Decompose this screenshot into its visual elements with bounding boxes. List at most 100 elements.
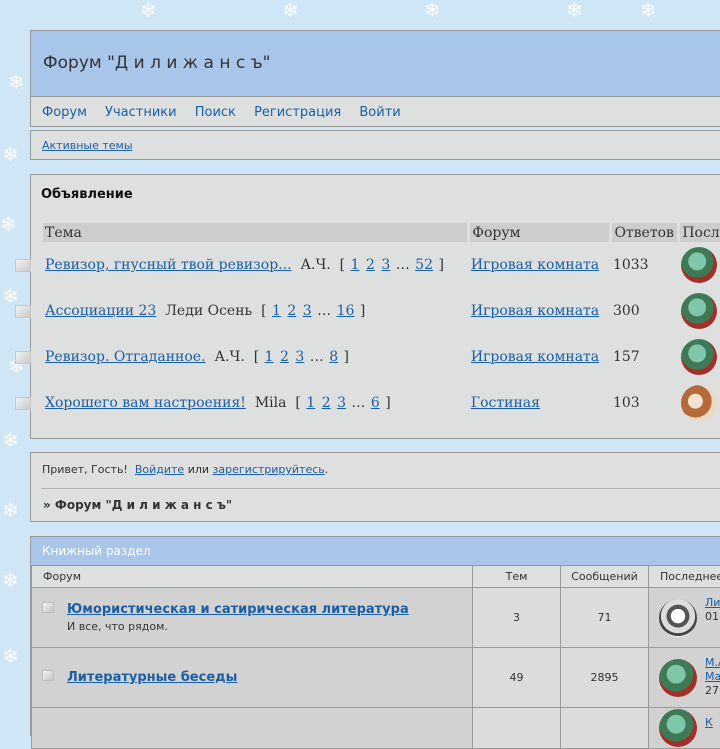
- greeting-hello: Привет, Гость!: [42, 463, 128, 476]
- topic-count: 49: [473, 648, 561, 708]
- forum-name-link[interactable]: Литературные беседы: [67, 670, 237, 685]
- col-last-post: Последнее: [649, 566, 720, 588]
- snowflake-icon: ❄: [140, 0, 157, 20]
- page-link[interactable]: 3: [337, 395, 346, 411]
- last-post-author[interactable]: К: [705, 716, 713, 729]
- page-link[interactable]: 2: [322, 395, 331, 411]
- category-panel: Книжный раздел Форум Тем Сообщений После…: [30, 536, 720, 736]
- category-title: Книжный раздел: [31, 537, 720, 565]
- post-count: 71: [561, 588, 649, 648]
- last-post-date: 01.: [705, 610, 720, 623]
- topic-author: А.Ч.: [214, 349, 244, 365]
- reply-count: 1033: [611, 242, 679, 288]
- greeting-or: или: [188, 463, 209, 476]
- last-post-author[interactable]: М.А: [705, 656, 720, 669]
- snowflake-icon: ❄: [2, 646, 19, 666]
- pagination: [ 1 2 3 … 6 ]: [295, 395, 390, 411]
- forum-link[interactable]: Игровая комната: [471, 349, 599, 365]
- forum-name-link[interactable]: Юмористическая и сатирическая литература: [67, 602, 409, 617]
- avatar[interactable]: [681, 247, 717, 283]
- page-link[interactable]: 3: [381, 257, 390, 273]
- page-link[interactable]: 3: [295, 349, 304, 365]
- col-forum: Форум: [469, 223, 611, 242]
- topic-status-icon: [15, 259, 31, 272]
- avatar[interactable]: [681, 339, 717, 375]
- login-link[interactable]: Войдите: [135, 463, 184, 476]
- avatar[interactable]: [681, 385, 717, 421]
- nav-login[interactable]: Войти: [359, 105, 400, 120]
- forum-link[interactable]: Гостиная: [471, 395, 540, 411]
- page-link[interactable]: 1: [272, 303, 281, 319]
- table-row: Хорошего вам настроения! Mila [ 1 2 3 … …: [43, 380, 720, 426]
- breadcrumb: » Форум "Д и л и ж а н с ъ": [43, 498, 232, 512]
- main-nav: Форум Участники Поиск Регистрация Войти: [30, 96, 720, 127]
- snowflake-icon: ❄: [282, 0, 299, 20]
- page-link[interactable]: 2: [287, 303, 296, 319]
- snowflake-icon: ❄: [2, 144, 19, 164]
- topic-link[interactable]: Ревизор. Отгаданное.: [45, 349, 206, 365]
- topic-link[interactable]: Ассоциации 23: [45, 303, 156, 319]
- last-post-author[interactable]: Ли: [705, 596, 720, 609]
- greeting-panel: Привет, Гость! Войдите или зарегистрируй…: [30, 452, 720, 522]
- divider: [41, 488, 720, 489]
- last-post-date: 27.: [705, 684, 720, 697]
- forum-title: Форум "Д и л и ж а н с ъ": [43, 53, 270, 73]
- snowflake-icon: ❄: [8, 72, 25, 92]
- col-last: После: [679, 223, 720, 242]
- col-forum: Форум: [32, 566, 473, 588]
- avatar[interactable]: [659, 659, 697, 697]
- topic-link[interactable]: Хорошего вам настроения!: [45, 395, 246, 411]
- page-link[interactable]: 1: [265, 349, 274, 365]
- reply-count: 157: [611, 334, 679, 380]
- forum-status-icon: [42, 602, 54, 613]
- forum-link[interactable]: Игровая комната: [471, 303, 599, 319]
- table-row: Ревизор, гнусный твой ревизор... А.Ч. [ …: [43, 242, 720, 288]
- snowflake-icon: ❄: [640, 0, 657, 20]
- nav-forum[interactable]: Форум: [42, 105, 87, 120]
- post-count: 2895: [561, 648, 649, 708]
- avatar[interactable]: [659, 599, 697, 637]
- active-topics-link[interactable]: Активные темы: [42, 139, 133, 152]
- page-link[interactable]: 1: [306, 395, 315, 411]
- pagination: [ 1 2 3 … 8 ]: [254, 349, 349, 365]
- forum-link[interactable]: Игровая комната: [471, 257, 599, 273]
- forum-description: И все, что рядом.: [67, 620, 471, 633]
- snowflake-icon: ❄: [566, 0, 583, 20]
- pagination: [ 1 2 3 … 52 ]: [340, 257, 444, 273]
- topic-status-icon: [15, 305, 31, 318]
- page-link[interactable]: 1: [351, 257, 360, 273]
- col-topics: Тем: [473, 566, 561, 588]
- reply-count: 300: [611, 288, 679, 334]
- topic-author: Mila: [255, 395, 287, 411]
- page-link[interactable]: 8: [329, 349, 338, 365]
- snowflake-icon: ❄: [2, 286, 19, 306]
- table-row: Ассоциации 23 Леди Осень [ 1 2 3 … 16 ] …: [43, 288, 720, 334]
- pagination: [ 1 2 3 … 16 ]: [261, 303, 365, 319]
- avatar[interactable]: [681, 293, 717, 329]
- last-post-topic[interactable]: Ма: [705, 670, 720, 683]
- nav-members[interactable]: Участники: [105, 105, 177, 120]
- avatar[interactable]: [659, 709, 697, 747]
- topic-author: Леди Осень: [165, 303, 252, 319]
- snowflake-icon: ❄: [424, 0, 441, 20]
- page-link[interactable]: 2: [280, 349, 289, 365]
- forum-table: Форум Тем Сообщений Последнее Юмористиче…: [31, 565, 720, 749]
- snowflake-icon: ❄: [2, 500, 19, 520]
- page-link[interactable]: 52: [415, 257, 433, 273]
- nav-search[interactable]: Поиск: [195, 105, 236, 120]
- snowflake-icon: ❄: [2, 570, 19, 590]
- greeting-dot: .: [325, 463, 329, 476]
- forum-status-icon: [42, 670, 54, 681]
- snowflake-icon: ❄: [0, 214, 17, 234]
- topic-link[interactable]: Ревизор, гнусный твой ревизор...: [45, 257, 292, 273]
- nav-register[interactable]: Регистрация: [254, 105, 341, 120]
- page-link[interactable]: 6: [371, 395, 380, 411]
- page-link[interactable]: 16: [337, 303, 355, 319]
- table-row: Литературные беседы 49 2895 М.А Ма 27.: [32, 648, 720, 708]
- page-link[interactable]: 2: [366, 257, 375, 273]
- col-replies: Ответов: [611, 223, 679, 242]
- topic-status-icon: [15, 397, 31, 410]
- col-topic: Тема: [43, 223, 469, 242]
- register-link[interactable]: зарегистрируйтесь: [213, 463, 325, 476]
- page-link[interactable]: 3: [303, 303, 312, 319]
